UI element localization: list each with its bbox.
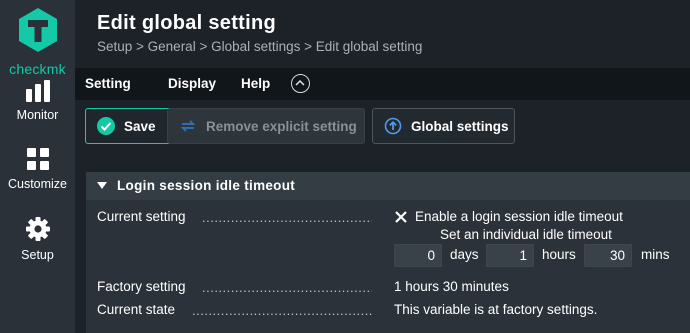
collapse-triangle-icon xyxy=(97,182,107,189)
section-header[interactable]: Login session idle timeout xyxy=(86,172,690,200)
days-unit: days xyxy=(450,247,479,262)
sidebar-item-label: Customize xyxy=(7,177,68,191)
checkmk-logo-icon xyxy=(18,8,57,52)
hours-unit: hours xyxy=(542,247,576,262)
dot-leader: ........................................… xyxy=(192,303,372,318)
sidebar-item-setup[interactable]: Setup xyxy=(0,216,75,262)
breadcrumb[interactable]: Setup > General > Global settings > Edit… xyxy=(97,39,422,54)
menubar: Setting Display Help xyxy=(75,68,690,100)
global-settings-button[interactable]: Global settings xyxy=(372,108,515,144)
section-title: Login session idle timeout xyxy=(117,178,296,193)
remove-button-label: Remove explicit setting xyxy=(206,118,357,134)
factory-setting-value: 1 hours 30 minutes xyxy=(394,279,509,294)
checkbox-enable-timeout[interactable] xyxy=(394,210,408,224)
checkbox-label: Enable a login session idle timeout xyxy=(415,209,623,224)
setting-section: Login session idle timeout Current setti… xyxy=(86,172,690,333)
menu-display[interactable]: Display xyxy=(168,76,216,91)
bar-chart-icon xyxy=(25,80,50,102)
logo-text: checkmk xyxy=(9,61,66,77)
gear-icon xyxy=(25,217,50,241)
factory-setting-label: Factory setting xyxy=(97,279,186,294)
current-state-value: This variable is at factory settings. xyxy=(394,302,598,317)
individual-timeout-label: Set an individual idle timeout xyxy=(440,227,612,242)
remove-explicit-setting-button[interactable]: Remove explicit setting xyxy=(167,108,365,144)
page-header: Edit global setting Setup > General > Gl… xyxy=(75,0,690,68)
days-input[interactable]: 0 xyxy=(394,244,442,267)
dot-leader: ........................................… xyxy=(202,210,372,225)
toolbar: Save Remove explicit setting Global sett… xyxy=(75,100,690,158)
global-settings-label: Global settings xyxy=(411,118,509,134)
check-circle-icon xyxy=(96,116,116,136)
sidebar: checkmk Monitor Customize Setup xyxy=(0,0,75,333)
sync-icon xyxy=(178,116,198,136)
chevron-up-icon xyxy=(295,79,305,86)
checkmk-logo[interactable]: checkmk xyxy=(0,6,75,77)
hours-input[interactable]: 1 xyxy=(486,244,534,267)
dot-leader: ........................................… xyxy=(202,280,372,295)
current-setting-label: Current setting xyxy=(97,209,186,224)
grid-icon xyxy=(26,148,49,170)
collapse-menu-button[interactable] xyxy=(291,74,310,93)
page-title: Edit global setting xyxy=(97,12,277,34)
save-button-label: Save xyxy=(124,118,156,134)
mins-input[interactable]: 30 xyxy=(584,244,632,267)
mins-unit: mins xyxy=(641,247,670,262)
sidebar-item-customize[interactable]: Customize xyxy=(0,147,75,191)
menu-setting[interactable]: Setting xyxy=(85,76,131,91)
arrow-up-circle-icon xyxy=(383,116,403,136)
sidebar-item-label: Monitor xyxy=(16,108,59,122)
current-state-label: Current state xyxy=(97,302,176,317)
menu-help[interactable]: Help xyxy=(241,76,270,91)
sidebar-item-monitor[interactable]: Monitor xyxy=(0,80,75,122)
sidebar-item-label: Setup xyxy=(21,248,54,262)
